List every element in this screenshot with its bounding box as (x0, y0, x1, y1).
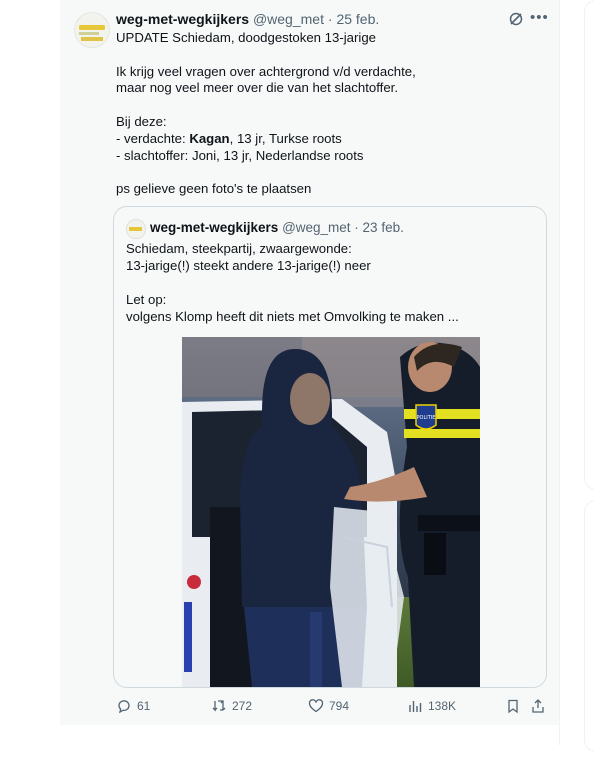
tweet-line-6: Bij deze: (116, 113, 167, 129)
victim-line: - slachtoffer: Joni, 13 jr, Nederlandse … (116, 147, 364, 163)
repost-icon (212, 700, 226, 712)
quoted-tweet[interactable]: weg-met-wegkijkers @weg_met · 23 feb. Sc… (113, 206, 547, 688)
tweet-text: UPDATE Schiedam, doodgestoken 13-jarige … (116, 30, 556, 198)
views-icon (409, 701, 422, 712)
share-icon (532, 699, 544, 713)
reply-button[interactable]: 61 (116, 697, 150, 715)
suspect-name: Kagan (189, 130, 230, 146)
like-button[interactable]: 794 (308, 697, 349, 715)
quoted-text: Schiedam, steekpartij, zwaargewonde: 13-… (126, 241, 459, 324)
bookmark-icon (508, 699, 518, 714)
grok-icon[interactable] (508, 11, 524, 27)
quoted-author-name: weg-met-wegkijkers (150, 220, 279, 235)
quoted-dot: · (350, 220, 363, 235)
author-handle[interactable]: @weg_met (253, 11, 324, 27)
reply-count: 61 (137, 699, 151, 713)
repost-count: 272 (232, 699, 253, 713)
photo-badge-text: POLITIE (417, 415, 436, 421)
more-icon[interactable]: ••• (530, 9, 549, 26)
tweet-line-1: UPDATE Schiedam, doodgestoken 13-jarige (116, 30, 376, 45)
tweet-line-3: Ik krijg veel vragen over achtergrond v/… (116, 63, 416, 79)
repost-button[interactable]: 272 (211, 697, 252, 715)
column-divider (559, 0, 560, 745)
ps-line: ps gelieve geen foto's te plaatsen (116, 181, 312, 197)
sidebar-card-2 (584, 500, 594, 752)
suspect-line: - verdachte: Kagan, 13 jr, Turkse roots (116, 130, 342, 146)
action-bar: 61 272 794 138K (113, 697, 553, 717)
views-button[interactable]: 138K (407, 697, 456, 715)
quoted-handle: @weg_met (282, 220, 351, 235)
quoted-photo[interactable]: POLITIE (182, 337, 480, 687)
reply-icon (118, 700, 130, 714)
quoted-date: 23 feb. (362, 220, 404, 235)
sidebar-card (584, 0, 594, 490)
avatar[interactable] (74, 12, 110, 48)
share-button[interactable] (530, 697, 546, 715)
tweet-header: weg-met-wegkijkers @weg_met · 25 feb. (116, 11, 379, 27)
feed-bottom (60, 725, 560, 776)
quoted-avatar (126, 219, 146, 239)
tweet-date[interactable]: 25 feb. (336, 11, 379, 27)
author-name[interactable]: weg-met-wegkijkers (116, 11, 249, 27)
quoted-header: weg-met-wegkijkers @weg_met · 23 feb. (150, 220, 404, 236)
police-arrest-photo: POLITIE (182, 337, 480, 687)
like-count: 794 (329, 699, 350, 713)
dot-separator: · (323, 11, 337, 27)
like-icon (308, 699, 324, 713)
left-gutter (0, 0, 60, 776)
views-count: 138K (428, 699, 457, 713)
tweet-line-4: maar nog veel meer over die van het slac… (116, 80, 398, 96)
bookmark-button[interactable] (505, 697, 521, 715)
